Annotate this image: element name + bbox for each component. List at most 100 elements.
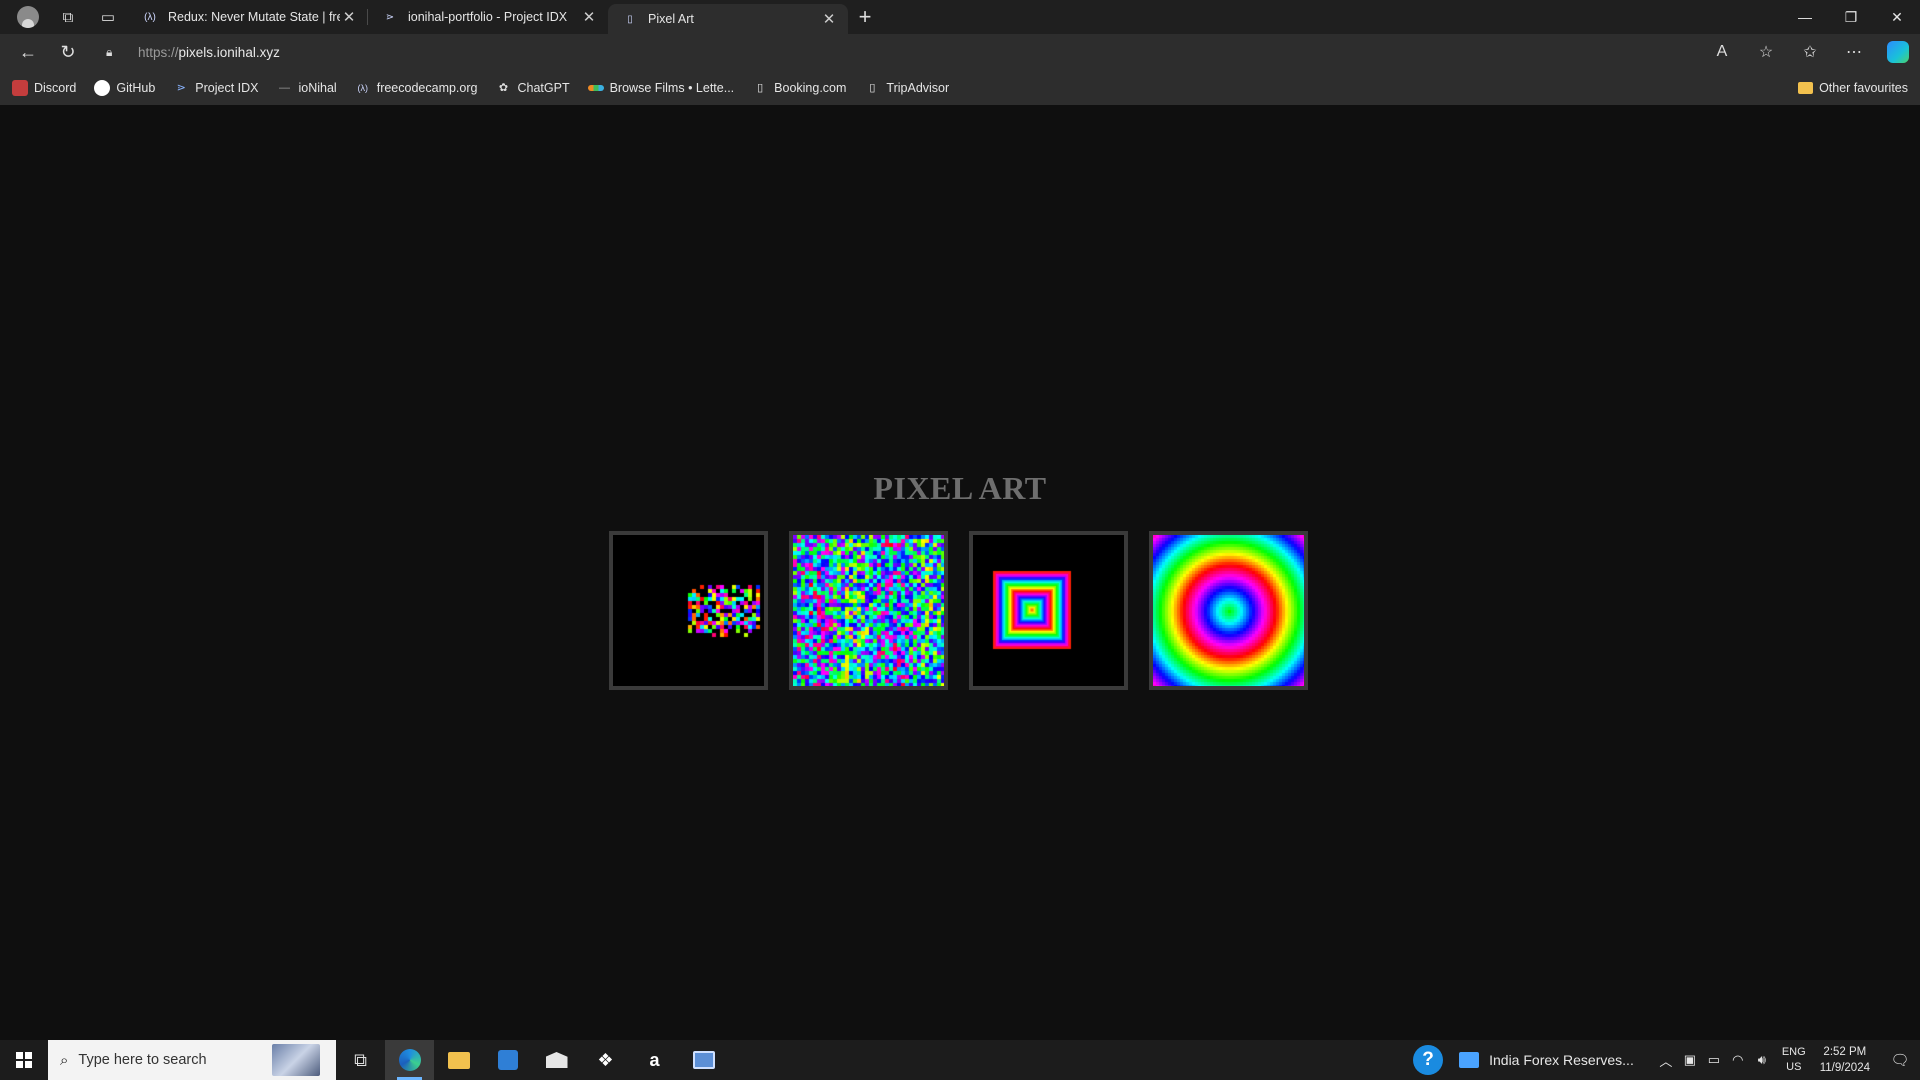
url-protocol: https:// [138, 44, 179, 60]
news-icon [1459, 1052, 1480, 1068]
pixel-art-scatter[interactable] [609, 531, 768, 690]
remote-desktop-button[interactable] [679, 1040, 728, 1080]
tab-title: ionihal-portfolio - Project IDX [408, 10, 568, 24]
amazon-icon: a [649, 1049, 660, 1070]
profile-avatar-icon [17, 6, 39, 28]
remote-desktop-icon [692, 1051, 715, 1069]
new-tab-button[interactable]: + [848, 0, 882, 34]
mail-icon [545, 1052, 568, 1068]
bookmark-label: freecodecamp.org [376, 80, 478, 95]
more-menu-icon[interactable]: ⋯ [1832, 34, 1876, 70]
tab-redux[interactable]: (λ) Redux: Never Mutate State | freeC ✕ [128, 0, 368, 34]
restore-button[interactable]: ❐ [1828, 0, 1874, 34]
discord-icon [12, 79, 28, 96]
other-favourites[interactable]: Other favourites [1798, 70, 1908, 105]
copilot-icon [1887, 41, 1909, 63]
task-view-button[interactable]: ⧉ [336, 1040, 385, 1080]
dropbox-button[interactable]: ❖ [581, 1040, 630, 1080]
keyboard-layout: US [1786, 1061, 1802, 1073]
file-explorer-button[interactable] [434, 1040, 483, 1080]
wifi-icon[interactable]: ◠ [1726, 1040, 1750, 1080]
other-favourites-label: Other favourites [1819, 80, 1908, 95]
minimize-button[interactable]: — [1782, 0, 1828, 34]
taskbar: ⌕ Type here to search ⧉ ❖ a ? India Fore… [0, 1040, 1920, 1080]
news-widget[interactable]: India Forex Reserves... [1459, 1052, 1634, 1068]
read-aloud-icon[interactable]: A [1700, 34, 1744, 70]
bookmark-tripadvisor[interactable]: ▯ TripAdvisor [864, 80, 949, 96]
bookmark-freecodecamp[interactable]: (λ) freecodecamp.org [355, 80, 478, 96]
dash-icon: — [279, 81, 290, 94]
meet-icon[interactable]: ▣ [1678, 1040, 1702, 1080]
project-idx-icon: ⋗ [385, 11, 395, 23]
search-highlight-image [272, 1044, 320, 1076]
bookmark-label: TripAdvisor [886, 80, 950, 95]
profile-button[interactable] [8, 0, 48, 34]
close-tab-icon[interactable]: ✕ [820, 10, 838, 28]
store-button[interactable] [483, 1040, 532, 1080]
folder-icon [447, 1051, 470, 1069]
favorite-star-icon[interactable]: ☆ [1744, 34, 1788, 70]
bookmark-label: ChatGPT [517, 80, 570, 95]
copilot-button[interactable] [1876, 34, 1920, 70]
edge-taskbar-button[interactable] [385, 1040, 434, 1080]
help-icon[interactable]: ? [1413, 1045, 1444, 1075]
bookmark-chatgpt[interactable]: ✿ ChatGPT [495, 80, 570, 96]
favorites-icon[interactable]: ✩ [1788, 34, 1832, 70]
tab-title: Redux: Never Mutate State | freeC [168, 10, 340, 24]
workspaces-icon[interactable]: ⧉ [48, 0, 88, 34]
address-bar[interactable]: 🔒︎ https://pixels.ionihal.xyz [106, 38, 1686, 66]
github-icon [94, 79, 111, 96]
back-button[interactable]: ← [8, 34, 48, 70]
bookmark-label: Booking.com [774, 80, 847, 95]
clock-date: 11/9/2024 [1819, 1062, 1870, 1074]
page-icon: ▯ [757, 82, 764, 94]
store-icon [497, 1050, 518, 1070]
bookmark-label: GitHub [116, 80, 156, 95]
bookmark-label: ioNihal [298, 80, 337, 95]
amazon-button[interactable]: a [630, 1040, 679, 1080]
folder-icon [1798, 81, 1814, 94]
pixel-art-scatter-canvas [613, 535, 764, 686]
clock[interactable]: 2:52 PM 11/9/2024 [1820, 1044, 1870, 1076]
bookmark-github[interactable]: GitHub [94, 79, 156, 96]
letterboxd-icon [587, 84, 604, 91]
bookmark-booking[interactable]: ▯ Booking.com [752, 80, 846, 96]
bookmark-label: Discord [34, 80, 77, 95]
navigation-bar: ← ↻ 🔒︎ https://pixels.ionihal.xyz A ☆ ✩ … [0, 34, 1920, 70]
close-window-button[interactable]: ✕ [1874, 0, 1920, 34]
lock-icon[interactable]: 🔒︎ [106, 45, 126, 60]
bookmark-letterboxd[interactable]: Browse Films • Lette... [587, 81, 734, 95]
bookmark-label: Project IDX [195, 80, 259, 95]
close-tab-icon[interactable]: ✕ [340, 8, 358, 26]
taskbar-search[interactable]: ⌕ Type here to search [48, 1040, 336, 1080]
tab-pixel-art[interactable]: ▯ Pixel Art ✕ [608, 4, 848, 34]
pixel-art-squares[interactable] [969, 531, 1128, 690]
bookmark-discord[interactable]: Discord [12, 79, 77, 96]
vertical-tabs-icon[interactable]: ▭ [88, 0, 128, 34]
bookmark-project-idx[interactable]: ⋗ Project IDX [173, 80, 259, 96]
windows-icon [16, 1052, 32, 1068]
pixel-art-noise[interactable] [789, 531, 948, 690]
bookmark-ionihal[interactable]: — ioNihal [277, 80, 337, 96]
bookmarks-bar: Discord GitHub ⋗ Project IDX — ioNihal (λ)… [0, 70, 1920, 105]
start-button[interactable] [0, 1040, 48, 1080]
language-indicator[interactable]: ENG US [1782, 1045, 1806, 1075]
page-icon: ▯ [627, 13, 633, 25]
news-text: India Forex Reserves... [1489, 1052, 1634, 1068]
mail-button[interactable] [532, 1040, 581, 1080]
notifications-icon[interactable]: 🗨︎ [1880, 1040, 1920, 1080]
show-hidden-icons-chevron-icon[interactable]: ︿ [1654, 1040, 1678, 1080]
close-tab-icon[interactable]: ✕ [580, 8, 598, 26]
tab-strip: ⧉ ▭ (λ) Redux: Never Mutate State | free… [0, 0, 1920, 34]
page-title: PIXEL ART [873, 470, 1047, 506]
volume-icon[interactable]: 🔊︎ [1750, 1040, 1774, 1080]
pixel-art-rings[interactable] [1149, 531, 1308, 690]
search-placeholder: Type here to search [78, 1052, 207, 1068]
tab-project-idx[interactable]: ⋗ ionihal-portfolio - Project IDX ✕ [368, 0, 608, 34]
battery-icon[interactable]: ▭ [1702, 1040, 1726, 1080]
language-code: ENG [1781, 1046, 1806, 1058]
pixel-art-squares-canvas [973, 535, 1124, 686]
refresh-button[interactable]: ↻ [48, 34, 88, 70]
search-icon: ⌕ [60, 1051, 69, 1069]
freecodecamp-icon: (λ) [144, 11, 156, 23]
